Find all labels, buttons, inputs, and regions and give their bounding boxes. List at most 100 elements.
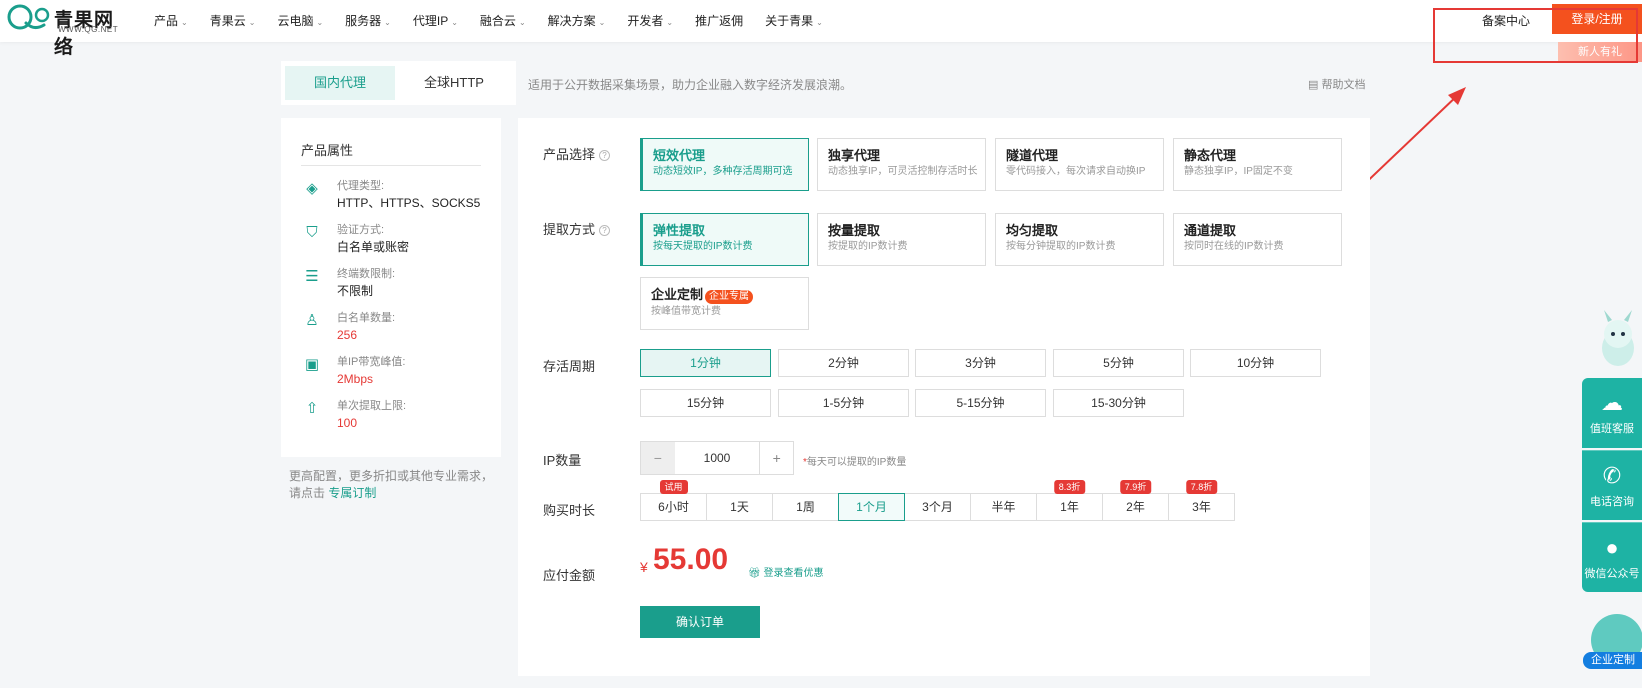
nav-item-about[interactable]: 关于青果 ⌄ (765, 12, 823, 29)
duration-option[interactable]: 1周 (772, 493, 839, 521)
nav-item-fusion-cloud[interactable]: 融合云 ⌄ (480, 12, 526, 29)
chevron-down-icon: ⌄ (518, 18, 526, 27)
ip-count-tip: *每天可以提取的IP数量 (803, 457, 907, 468)
help-icon[interactable]: ? (599, 225, 611, 236)
discount-flag: 8.3折 (1053, 480, 1086, 494)
ip-count-label: IP数量 (543, 453, 582, 468)
chevron-down-icon: ⌄ (666, 18, 674, 27)
help-icon[interactable]: ? (599, 150, 611, 161)
period-option[interactable]: 5分钟 (1053, 349, 1184, 377)
main-nav: 产品 ⌄ 青果云 ⌄ 云电脑 ⌄ 服务器 ⌄ 代理IP ⌄ 融合云 ⌄ 解决方案 ⌄ 开发者 ⌄… (154, 12, 845, 29)
chevron-down-icon: ⌄ (248, 18, 256, 27)
help-docs-link[interactable]: ▤ 帮助文档 (1308, 76, 1365, 92)
chevron-down-icon: ⌄ (384, 18, 391, 27)
attr-auth-method: ⛉ 验证方式: 白名单或账密 (301, 222, 481, 266)
chevron-down-icon: ⌄ (598, 18, 606, 27)
period-option[interactable]: 10分钟 (1190, 349, 1321, 377)
duration-options: 6小时 试用 1天 1周 1个月 3个月 半年 1年 8.3折 2年 7.9折 3年 7… (640, 480, 1235, 521)
ip-count-input[interactable]: 1000 (675, 442, 760, 474)
order-panel: 产品选择? 短效代理 动态短效IP，多种存活周期可选 独享代理 动态独享IP，可… (518, 118, 1370, 676)
extract-method-label: 提取方式? (543, 219, 611, 238)
float-phone[interactable]: ✆ 电话咨询 (1582, 450, 1642, 520)
duration-option[interactable]: 6小时 试用 (640, 480, 707, 521)
page-subtitle: 适用于公开数据采集场景，助力企业融入数字经济发展浪潮。 (528, 78, 853, 92)
decrement-button[interactable]: − (641, 442, 675, 474)
shield-check-icon: ⛉ (306, 224, 318, 241)
chat-bubble-icon: ☁︎ (1601, 390, 1623, 415)
period-option[interactable]: 2分钟 (778, 349, 909, 377)
period-option[interactable]: 3分钟 (915, 349, 1046, 377)
chevron-down-icon: ⌄ (451, 18, 458, 27)
attr-bandwidth: ▣ 单IP带宽峰值: 2Mbps (304, 356, 406, 386)
trial-flag: 试用 (659, 480, 688, 494)
nav-item-developer[interactable]: 开发者 ⌄ (627, 12, 673, 29)
document-icon: ▤ (1308, 79, 1322, 91)
panel-title: 产品属性 (301, 140, 481, 166)
product-attributes-panel: 产品属性 ◈ 代理类型: HTTP、HTTPS、SOCKS5 ⛉ 验证方式: 白… (281, 118, 501, 457)
discount-flag: 7.9折 (1119, 480, 1152, 494)
product-card-tunnel[interactable]: 隧道代理 零代码接入，每次请求自动换IP (995, 138, 1164, 191)
duration-option[interactable]: 3年 7.8折 (1168, 480, 1235, 521)
period-option[interactable]: 1-5分钟 (778, 389, 909, 417)
nav-item-solutions[interactable]: 解决方案 ⌄ (548, 12, 606, 29)
product-card-dedicated[interactable]: 独享代理 动态独享IP，可灵活控制存活时长 (817, 138, 986, 191)
user-list-icon: ♙ (305, 312, 319, 329)
float-enterprise[interactable]: 企业定制 (1583, 612, 1642, 672)
layers-icon: ◈ (306, 180, 318, 197)
duration-option[interactable]: 2年 7.9折 (1102, 480, 1169, 521)
tab-domestic-proxy[interactable]: 国内代理 (285, 66, 395, 100)
period-option[interactable]: 5-15分钟 (915, 389, 1046, 417)
duration-label: 购买时长 (543, 503, 596, 518)
nav-item-proxy-ip[interactable]: 代理IP ⌄ (413, 12, 458, 29)
attr-whitelist-count: ♙ 白名单数量: 256 (301, 310, 481, 354)
payment-label: 应付金额 (543, 568, 596, 583)
period-option[interactable]: 15分钟 (640, 389, 771, 417)
custom-note: 更高配置，更多折扣或其他专业需求，请点击 专属订制 (289, 469, 494, 500)
ip-count-stepper: − 1000 + (640, 441, 794, 475)
product-card-short[interactable]: 短效代理 动态短效IP，多种存活周期可选 (640, 138, 809, 191)
attr-terminal-limit: ☰ 终端数限制: 不限制 (301, 266, 481, 310)
phone-icon: ✆ (1602, 463, 1622, 488)
upload-icon: ⇧ (305, 400, 319, 417)
custom-order-link[interactable]: 专属订制 (328, 486, 376, 500)
logo[interactable]: 青果网络 WWW.QG.NET (6, 3, 128, 58)
product-card-static[interactable]: 静态代理 静态独享IP，IP固定不变 (1173, 138, 1342, 191)
nav-item-cloud[interactable]: 青果云 ⌄ (210, 12, 256, 29)
duration-option[interactable]: 1年 8.3折 (1036, 480, 1103, 521)
proxy-tabs: 国内代理 全球HTTP (281, 61, 516, 105)
confirm-order-button[interactable]: 确认订单 (640, 606, 760, 638)
logo-url: WWW.QG.NET (58, 25, 119, 34)
duration-option[interactable]: 1天 (706, 493, 773, 521)
increment-button[interactable]: + (759, 442, 793, 474)
mascot-icon (1602, 310, 1634, 366)
period-label: 存活周期 (543, 359, 596, 374)
nav-item-affiliate[interactable]: 推广返佣 (695, 12, 743, 29)
product-select-label: 产品选择? (543, 144, 611, 163)
duration-option[interactable]: 1个月 (838, 493, 905, 521)
period-option[interactable]: 15-30分钟 (1053, 389, 1184, 417)
period-option[interactable]: 1分钟 (640, 349, 771, 377)
enterprise-badge: 企业专属 (705, 290, 754, 304)
gift-icon: 🎁︎ (748, 568, 764, 579)
currency-symbol: ¥ (640, 559, 648, 575)
logo-mark-icon (7, 4, 50, 30)
float-customer-service[interactable]: ☁︎ 值班客服 (1582, 378, 1642, 448)
coupon-link[interactable]: 🎁︎ 登录查看优惠 (748, 564, 823, 579)
extract-card-volume[interactable]: 按量提取 按提取的IP数计费 (817, 213, 986, 266)
wechat-icon: ●︎ (1605, 535, 1619, 560)
extract-card-elastic[interactable]: 弹性提取 按每天提取的IP数计费 (640, 213, 809, 266)
nav-item-server[interactable]: 服务器 ⌄ (345, 12, 391, 29)
attr-proxy-type: ◈ 代理类型: HTTP、HTTPS、SOCKS5 (301, 178, 481, 222)
nav-item-product[interactable]: 产品 ⌄ (154, 12, 188, 29)
float-wechat[interactable]: ●︎ 微信公众号 (1582, 522, 1642, 592)
attr-extract-limit: ⇧ 单次提取上限: 100 (301, 398, 481, 442)
extract-card-uniform[interactable]: 均匀提取 按每分钟提取的IP数计费 (995, 213, 1164, 266)
duration-option[interactable]: 3个月 (904, 493, 971, 521)
tab-global-http[interactable]: 全球HTTP (399, 66, 509, 100)
nav-item-cloud-pc[interactable]: 云电脑 ⌄ (277, 12, 323, 29)
extract-card-enterprise[interactable]: 企业定制 企业专属 按峰值带宽计费 (640, 277, 809, 330)
duration-option[interactable]: 半年 (970, 493, 1037, 521)
extract-card-channel[interactable]: 通道提取 按同时在线的IP数计费 (1173, 213, 1342, 266)
chevron-down-icon: ⌄ (181, 18, 188, 27)
chevron-down-icon: ⌄ (816, 18, 823, 27)
